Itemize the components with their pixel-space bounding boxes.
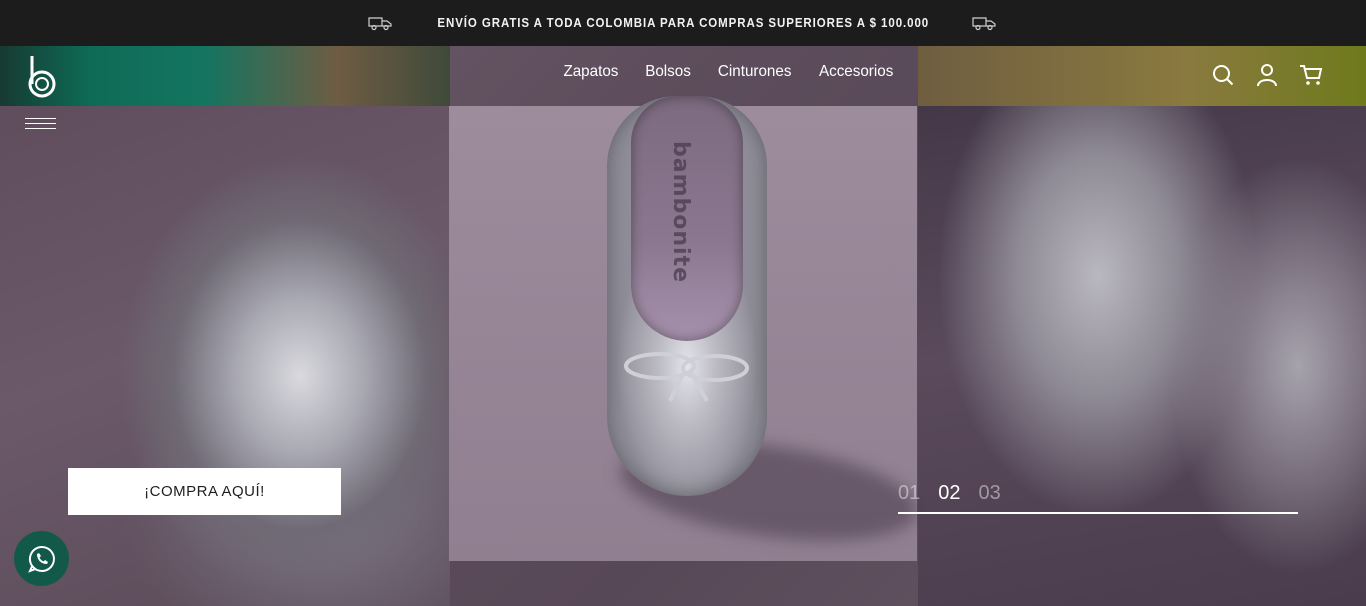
hero-image-left: [0, 46, 450, 606]
slide-progress-line: [898, 512, 1298, 514]
promo-bar: ENVÍO GRATIS A TODA COLOMBIA PARA COMPRA…: [0, 0, 1366, 46]
slide-02[interactable]: 02: [938, 482, 960, 505]
slide-01[interactable]: 01: [898, 482, 920, 505]
hero-image-center: bambonite: [449, 96, 924, 561]
header-actions: [1210, 62, 1324, 88]
truck-icon: [972, 17, 996, 31]
brand-b-logo[interactable]: [26, 54, 58, 100]
hamburger-menu-icon[interactable]: [25, 118, 56, 134]
nav-zapatos[interactable]: Zapatos: [563, 63, 618, 81]
nav-accesorios[interactable]: Accesorios: [819, 63, 893, 81]
hero-image-top-strip: [0, 46, 450, 106]
whatsapp-icon: [27, 545, 55, 573]
user-icon[interactable]: [1254, 62, 1280, 88]
shoe-bow: [624, 352, 749, 402]
nav-bolsos[interactable]: Bolsos: [645, 63, 691, 81]
main-nav: Zapatos Bolsos Cinturones Accesorios: [562, 63, 895, 81]
shoe-brand-print: bambonite: [668, 141, 693, 284]
nav-cinturones[interactable]: Cinturones: [718, 63, 792, 81]
shoe-insole: bambonite: [631, 96, 743, 341]
shop-now-button[interactable]: ¡COMPRA AQUÍ!: [68, 468, 341, 515]
slide-03[interactable]: 03: [979, 482, 1001, 505]
whatsapp-button[interactable]: [14, 531, 69, 586]
cart-icon[interactable]: [1298, 62, 1324, 88]
hero-image-right: [918, 46, 1366, 606]
promo-text: ENVÍO GRATIS A TODA COLOMBIA PARA COMPRA…: [437, 16, 929, 30]
search-icon[interactable]: [1210, 62, 1236, 88]
ballet-flat-shoe: bambonite: [607, 96, 767, 496]
truck-icon: [368, 17, 392, 31]
hero-banner: bambonite: [0, 46, 1366, 606]
slide-pagination: 01 02 03: [898, 482, 1001, 505]
